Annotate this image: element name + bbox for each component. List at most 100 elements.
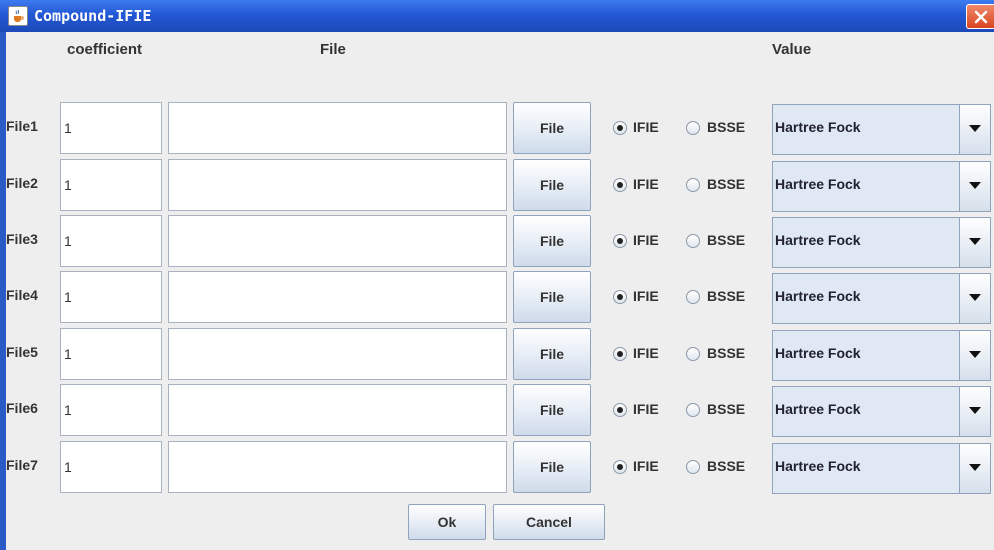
title-bar[interactable]: Compound-IFIE bbox=[0, 0, 994, 32]
row-label: File5 bbox=[6, 344, 38, 360]
close-button[interactable] bbox=[966, 4, 994, 29]
dropdown-arrow[interactable] bbox=[959, 105, 990, 154]
coefficient-input[interactable] bbox=[60, 441, 162, 493]
chevron-down-icon bbox=[969, 351, 981, 358]
value-dropdown[interactable]: Hartree Fock bbox=[772, 330, 991, 381]
value-dropdown[interactable]: Hartree Fock bbox=[772, 161, 991, 212]
value-dropdown[interactable]: Hartree Fock bbox=[772, 443, 991, 494]
file-row: File3 File IFIE BSSE Hartree Fock bbox=[0, 213, 994, 268]
dialog-window: Compound-IFIE coefficient File Value Fil… bbox=[0, 0, 994, 550]
ifie-radio-label: IFIE bbox=[633, 119, 659, 135]
file-header: File bbox=[320, 41, 346, 58]
ifie-radio[interactable] bbox=[613, 403, 627, 417]
file-path-input[interactable] bbox=[168, 441, 507, 493]
dropdown-arrow[interactable] bbox=[959, 444, 990, 493]
file-browse-button[interactable]: File bbox=[513, 441, 591, 493]
file-row: File7 File IFIE BSSE Hartree Fock bbox=[0, 439, 994, 494]
chevron-down-icon bbox=[969, 238, 981, 245]
row-label: File3 bbox=[6, 231, 38, 247]
value-dropdown[interactable]: Hartree Fock bbox=[772, 273, 991, 324]
file-path-input[interactable] bbox=[168, 384, 507, 436]
ifie-radio[interactable] bbox=[613, 460, 627, 474]
file-path-input[interactable] bbox=[168, 328, 507, 380]
row-label: File1 bbox=[6, 118, 38, 134]
bsse-radio-label: BSSE bbox=[707, 119, 746, 135]
file-row: File5 File IFIE BSSE Hartree Fock bbox=[0, 326, 994, 381]
ok-button[interactable]: Ok bbox=[408, 504, 486, 540]
bsse-radio-label: BSSE bbox=[707, 458, 746, 474]
file-browse-button[interactable]: File bbox=[513, 215, 591, 267]
row-label: File6 bbox=[6, 400, 38, 416]
close-icon bbox=[974, 10, 988, 24]
value-dropdown[interactable]: Hartree Fock bbox=[772, 217, 991, 268]
file-browse-button[interactable]: File bbox=[513, 328, 591, 380]
coefficient-input[interactable] bbox=[60, 384, 162, 436]
cancel-button[interactable]: Cancel bbox=[493, 504, 605, 540]
coefficient-input[interactable] bbox=[60, 328, 162, 380]
bsse-radio-label: BSSE bbox=[707, 345, 746, 361]
bsse-radio[interactable] bbox=[686, 234, 700, 248]
chevron-down-icon bbox=[969, 125, 981, 132]
bsse-radio-label: BSSE bbox=[707, 288, 746, 304]
value-dropdown-selected: Hartree Fock bbox=[773, 274, 959, 323]
value-dropdown[interactable]: Hartree Fock bbox=[772, 386, 991, 437]
file-browse-button[interactable]: File bbox=[513, 384, 591, 436]
chevron-down-icon bbox=[969, 407, 981, 414]
file-browse-button[interactable]: File bbox=[513, 159, 591, 211]
row-label: File4 bbox=[6, 287, 38, 303]
bsse-radio[interactable] bbox=[686, 403, 700, 417]
ifie-radio-label: IFIE bbox=[633, 176, 659, 192]
coefficient-input[interactable] bbox=[60, 215, 162, 267]
ifie-radio-label: IFIE bbox=[633, 232, 659, 248]
dropdown-arrow[interactable] bbox=[959, 218, 990, 267]
value-dropdown[interactable]: Hartree Fock bbox=[772, 104, 991, 155]
value-dropdown-selected: Hartree Fock bbox=[773, 105, 959, 154]
file-browse-button[interactable]: File bbox=[513, 271, 591, 323]
row-label: File7 bbox=[6, 457, 38, 473]
chevron-down-icon bbox=[969, 182, 981, 189]
bsse-radio[interactable] bbox=[686, 121, 700, 135]
bsse-radio[interactable] bbox=[686, 178, 700, 192]
bsse-radio-label: BSSE bbox=[707, 176, 746, 192]
file-path-input[interactable] bbox=[168, 271, 507, 323]
file-row: File1 File IFIE BSSE Hartree Fock bbox=[0, 100, 994, 155]
ifie-radio[interactable] bbox=[613, 290, 627, 304]
value-header: Value bbox=[772, 41, 812, 58]
coefficient-input[interactable] bbox=[60, 159, 162, 211]
dropdown-arrow[interactable] bbox=[959, 387, 990, 436]
file-path-input[interactable] bbox=[168, 159, 507, 211]
file-row: File2 File IFIE BSSE Hartree Fock bbox=[0, 157, 994, 212]
ifie-radio-label: IFIE bbox=[633, 401, 659, 417]
ifie-radio-label: IFIE bbox=[633, 458, 659, 474]
value-dropdown-selected: Hartree Fock bbox=[773, 444, 959, 493]
ifie-radio[interactable] bbox=[613, 234, 627, 248]
window-title: Compound-IFIE bbox=[34, 7, 152, 25]
chevron-down-icon bbox=[969, 464, 981, 471]
dropdown-arrow[interactable] bbox=[959, 331, 990, 380]
coefficient-input[interactable] bbox=[60, 271, 162, 323]
dropdown-arrow[interactable] bbox=[959, 274, 990, 323]
file-path-input[interactable] bbox=[168, 102, 507, 154]
value-dropdown-selected: Hartree Fock bbox=[773, 331, 959, 380]
file-browse-button[interactable]: File bbox=[513, 102, 591, 154]
ifie-radio-label: IFIE bbox=[633, 345, 659, 361]
bsse-radio[interactable] bbox=[686, 347, 700, 361]
ifie-radio[interactable] bbox=[613, 178, 627, 192]
bsse-radio-label: BSSE bbox=[707, 232, 746, 248]
file-row: File6 File IFIE BSSE Hartree Fock bbox=[0, 382, 994, 437]
file-path-input[interactable] bbox=[168, 215, 507, 267]
coefficient-header: coefficient bbox=[67, 41, 143, 58]
bsse-radio-label: BSSE bbox=[707, 401, 746, 417]
ifie-radio[interactable] bbox=[613, 347, 627, 361]
bsse-radio[interactable] bbox=[686, 460, 700, 474]
value-dropdown-selected: Hartree Fock bbox=[773, 387, 959, 436]
dropdown-arrow[interactable] bbox=[959, 162, 990, 211]
value-dropdown-selected: Hartree Fock bbox=[773, 218, 959, 267]
ifie-radio[interactable] bbox=[613, 121, 627, 135]
coefficient-input[interactable] bbox=[60, 102, 162, 154]
value-dropdown-selected: Hartree Fock bbox=[773, 162, 959, 211]
ifie-radio-label: IFIE bbox=[633, 288, 659, 304]
bsse-radio[interactable] bbox=[686, 290, 700, 304]
java-cup-icon bbox=[8, 6, 28, 26]
chevron-down-icon bbox=[969, 294, 981, 301]
